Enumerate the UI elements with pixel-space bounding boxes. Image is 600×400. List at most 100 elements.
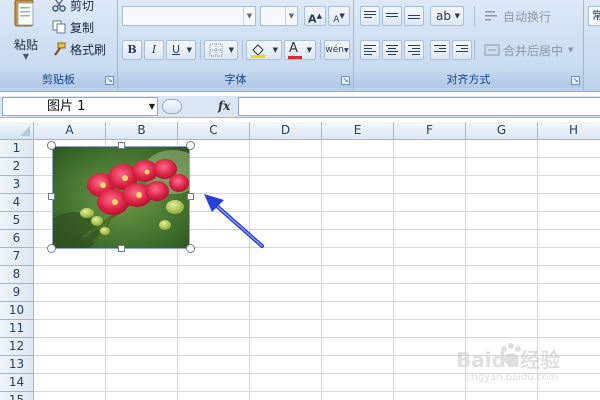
- font-name-combo[interactable]: ▼: [122, 6, 256, 26]
- bold-button[interactable]: B: [122, 40, 142, 60]
- column-header-e[interactable]: E: [322, 122, 394, 140]
- row-header-12[interactable]: 12: [0, 338, 34, 356]
- decrease-indent-button[interactable]: [430, 40, 450, 60]
- row-header-1[interactable]: 1: [0, 140, 34, 158]
- chevron-down-icon[interactable]: ▼: [568, 46, 573, 54]
- column-header-b[interactable]: B: [106, 122, 178, 140]
- format-painter-button[interactable]: 格式刷: [52, 40, 106, 58]
- alignment-group-label: 对齐方式: [354, 72, 583, 88]
- fill-color-button[interactable]: ▼: [246, 40, 282, 60]
- chevron-down-icon[interactable]: ▼: [187, 41, 192, 59]
- orchid-picture[interactable]: [52, 146, 190, 249]
- row-header-3[interactable]: 3: [0, 176, 34, 194]
- column-header-f[interactable]: F: [394, 122, 466, 140]
- select-all-icon: [20, 126, 30, 136]
- resize-handle-right[interactable]: [187, 193, 194, 200]
- row-header-2[interactable]: 2: [0, 158, 34, 176]
- align-center-button[interactable]: [382, 40, 402, 60]
- row-header-13[interactable]: 13: [0, 356, 34, 374]
- row-header-11[interactable]: 11: [0, 320, 34, 338]
- name-box[interactable]: 图片 1 ▼: [2, 97, 158, 116]
- align-bottom-button[interactable]: [404, 6, 424, 26]
- orientation-icon: ab: [436, 9, 451, 23]
- merge-center-label: 合并后居中: [503, 43, 564, 58]
- increase-indent-button[interactable]: [452, 40, 472, 60]
- wrap-text-button[interactable]: 自动换行: [484, 6, 551, 26]
- paste-button[interactable]: 粘贴 ▼: [6, 0, 46, 68]
- merge-center-button[interactable]: 合并后居中 ▼: [484, 40, 573, 60]
- watermark-url: jingyan.baidu.com: [466, 372, 559, 383]
- resize-handle[interactable]: [162, 99, 182, 114]
- align-middle-button[interactable]: [382, 6, 402, 26]
- cut-label: 剪切: [70, 0, 95, 13]
- shrink-font-button[interactable]: A▼: [328, 6, 350, 26]
- phonetic-button[interactable]: wén▼: [324, 40, 350, 60]
- column-header-g[interactable]: G: [466, 122, 538, 140]
- chevron-down-icon[interactable]: ▼: [285, 7, 297, 25]
- copy-icon: [52, 20, 66, 34]
- copy-label: 复制: [70, 20, 95, 35]
- chevron-down-icon[interactable]: ▼: [243, 7, 255, 25]
- clipboard-group: 粘贴 ▼ 剪切 复制 格式刷 剪贴板 ↘: [0, 0, 118, 90]
- formula-input[interactable]: [238, 97, 600, 116]
- number-group: 常: [584, 0, 600, 90]
- copy-button[interactable]: 复制: [52, 18, 94, 36]
- separator: [474, 40, 475, 60]
- name-box-value: 图片 1: [47, 99, 86, 114]
- borders-button[interactable]: ▼: [204, 40, 238, 60]
- resize-handle-bottom-right[interactable]: [186, 244, 195, 253]
- row-header-7[interactable]: 7: [0, 248, 34, 266]
- resize-handle-bottom-left[interactable]: [47, 244, 56, 253]
- resize-handle-top[interactable]: [118, 142, 125, 149]
- align-right-icon: [408, 45, 420, 57]
- clipboard-group-label: 剪贴板: [0, 72, 117, 88]
- chevron-down-icon[interactable]: ▼: [229, 41, 234, 59]
- number-format-combo[interactable]: 常: [588, 6, 600, 26]
- chevron-down-icon[interactable]: ▼: [307, 41, 312, 59]
- font-color-button[interactable]: A ▼: [284, 40, 316, 60]
- align-right-button[interactable]: [404, 40, 424, 60]
- dialog-launcher-icon[interactable]: ↘: [341, 76, 350, 85]
- row-header-9[interactable]: 9: [0, 284, 34, 302]
- resize-handle-top-left[interactable]: [47, 141, 56, 150]
- resize-handle-bottom[interactable]: [118, 245, 125, 252]
- row-header-10[interactable]: 10: [0, 302, 34, 320]
- align-top-button[interactable]: [360, 6, 380, 26]
- column-header-h[interactable]: H: [538, 122, 600, 140]
- resize-handle-top-right[interactable]: [186, 141, 195, 150]
- wrap-text-label: 自动换行: [503, 9, 552, 24]
- increase-indent-icon: [456, 45, 468, 54]
- align-top-icon: [364, 11, 376, 20]
- row-header-5[interactable]: 5: [0, 212, 34, 230]
- format-painter-icon: [54, 42, 66, 56]
- column-header-a[interactable]: A: [34, 122, 106, 140]
- cut-button[interactable]: 剪切: [52, 0, 94, 14]
- row-header-15[interactable]: 15: [0, 392, 34, 400]
- chevron-down-icon[interactable]: ▼: [6, 52, 46, 61]
- align-left-button[interactable]: [360, 40, 380, 60]
- separator: [242, 40, 243, 60]
- insert-function-button[interactable]: fx: [218, 97, 230, 116]
- dialog-launcher-icon[interactable]: ↘: [571, 76, 580, 85]
- column-header-c[interactable]: C: [178, 122, 250, 140]
- row-header-14[interactable]: 14: [0, 374, 34, 392]
- merge-cells-icon: [484, 44, 500, 56]
- separator: [320, 40, 321, 60]
- format-painter-label: 格式刷: [70, 42, 107, 57]
- row-header-6[interactable]: 6: [0, 230, 34, 248]
- row-header-8[interactable]: 8: [0, 266, 34, 284]
- orientation-button[interactable]: ab ▼: [430, 6, 464, 26]
- grow-font-button[interactable]: A▲: [304, 6, 326, 26]
- font-size-combo[interactable]: ▼: [260, 6, 298, 26]
- column-header-d[interactable]: D: [250, 122, 322, 140]
- italic-button[interactable]: I: [144, 40, 164, 60]
- chevron-down-icon[interactable]: ▼: [149, 98, 155, 115]
- underline-button[interactable]: U ▼: [166, 40, 196, 60]
- chevron-down-icon[interactable]: ▼: [455, 7, 460, 25]
- resize-handle-left[interactable]: [48, 193, 55, 200]
- chevron-down-icon[interactable]: ▼: [273, 41, 278, 59]
- select-all-button[interactable]: [0, 122, 34, 140]
- wrap-text-icon: [485, 11, 497, 21]
- dialog-launcher-icon[interactable]: ↘: [105, 76, 114, 85]
- row-header-4[interactable]: 4: [0, 194, 34, 212]
